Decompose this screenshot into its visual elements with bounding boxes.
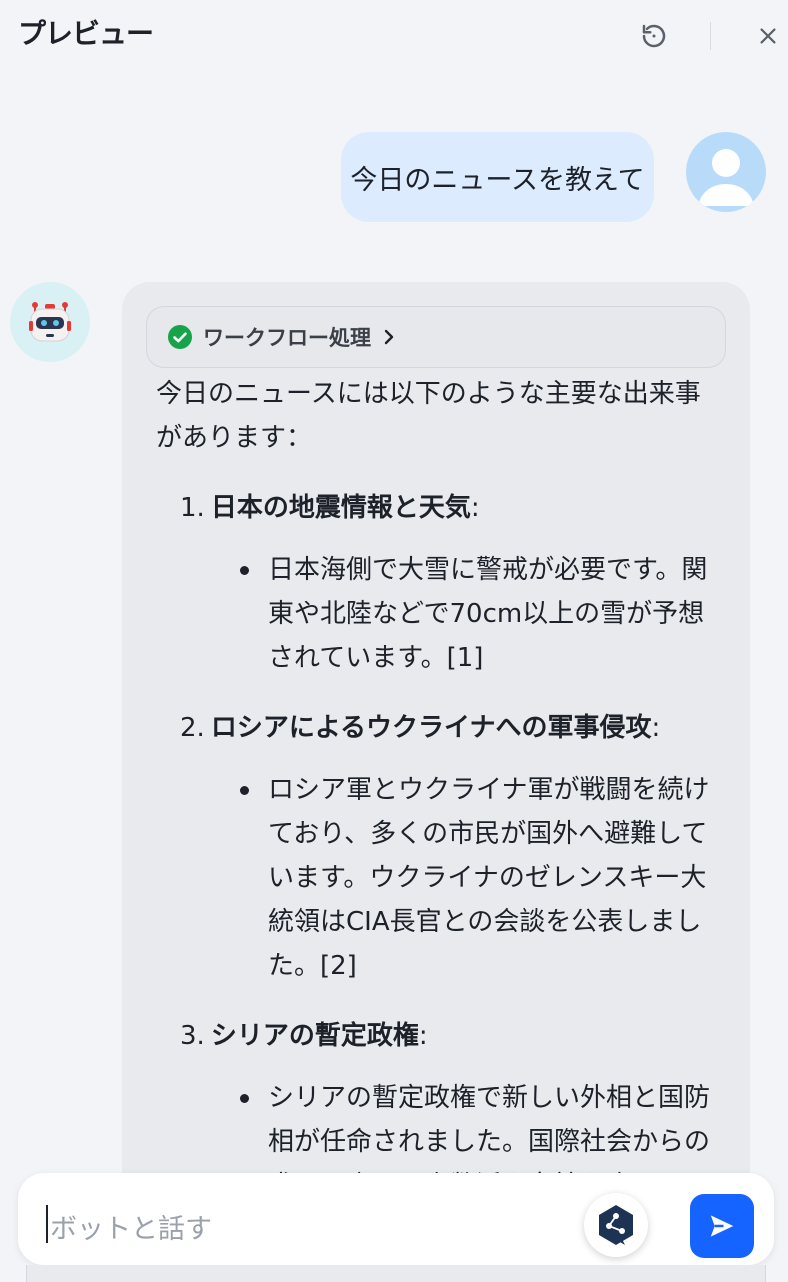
item-number: 2. [180,713,205,743]
reset-icon [642,24,666,48]
workflow-label: ワークフロー処理 [203,326,371,350]
item-colon: : [470,493,480,523]
close-icon [760,28,776,44]
header-divider [710,22,711,50]
user-message: 今日のニュースを教えて [341,132,654,222]
item-colon: : [651,713,661,743]
item-heading: 3. シリアの暫定政権: [156,1014,726,1058]
list-item: 2. ロシアによるウクライナへの軍事侵攻: ロシア軍とウクライナ軍が戦闘を続けてお… [156,706,726,988]
bot-message-content: 今日のニュースには以下のような主要な出来事があります： 1. 日本の地震情報と天気… [156,372,726,1180]
item-heading: 1. 日本の地震情報と天気: [156,486,726,530]
header: プレビュー [0,0,788,70]
chevron-right-icon [384,329,394,345]
item-bullets: ロシア軍とウクライナ軍が戦闘を続けており、多くの市民が国外へ避難しています。ウク… [156,768,726,988]
bullet-item: ロシア軍とウクライナ軍が戦闘を続けており、多くの市民が国外へ避難しています。ウク… [156,768,726,988]
bullet-item: シリアの暫定政権で新しい外相と国防相が任命されました。国際社会からの求めに応じて… [156,1076,726,1180]
item-bullets: 日本海側で大雪に警戒が必要です。関東や北陸などで70cm以上の雪が予想されていま… [156,548,726,680]
close-button[interactable] [750,18,786,54]
item-bullets: シリアの暫定政権で新しい外相と国防相が任命されました。国際社会からの求めに応じて… [156,1076,726,1180]
chat-area[interactable]: 今日のニュースを教えて ワークフロー処理 今日のニュースには以下のような主要な出… [0,70,788,1180]
robot-icon [29,302,71,342]
item-title: ロシアによるウクライナへの軍事侵攻 [210,713,652,743]
item-colon: : [418,1021,428,1051]
reset-button[interactable] [636,18,672,54]
item-title: シリアの暫定政権 [210,1021,419,1051]
bot-intro: 今日のニュースには以下のような主要な出来事があります： [156,379,701,453]
item-heading: 2. ロシアによるウクライナへの軍事侵攻: [156,706,726,750]
item-number: 1. [180,493,205,523]
bottom-strip [26,1265,766,1282]
bot-avatar [10,282,90,362]
list-item: 1. 日本の地震情報と天気: 日本海側で大雪に警戒が必要です。関東や北陸などで70… [156,486,726,680]
bot-message: ワークフロー処理 今日のニュースには以下のような主要な出来事があります： 1. 日… [122,282,750,1180]
text-caret [46,1205,48,1243]
send-button[interactable] [690,1194,754,1258]
send-icon [710,1215,734,1237]
check-circle-icon [168,325,192,349]
user-avatar [686,132,766,212]
page-title: プレビュー [18,17,154,50]
user-icon [698,149,754,206]
chat-input[interactable]: ボットと話す [50,1207,212,1246]
agent-button[interactable] [584,1193,648,1257]
item-title: 日本の地震情報と天気 [210,493,471,523]
chat-input-bar[interactable]: ボットと話す [18,1173,774,1265]
news-list: 1. 日本の地震情報と天気: 日本海側で大雪に警戒が必要です。関東や北陸などで70… [156,486,726,1180]
agent-icon [599,1205,633,1245]
list-item: 3. シリアの暫定政権: シリアの暫定政権で新しい外相と国防相が任命されました。国… [156,1014,726,1180]
workflow-status[interactable]: ワークフロー処理 [146,306,726,368]
bullet-item: 日本海側で大雪に警戒が必要です。関東や北陸などで70cm以上の雪が予想されていま… [156,548,726,680]
item-number: 3. [180,1021,205,1051]
